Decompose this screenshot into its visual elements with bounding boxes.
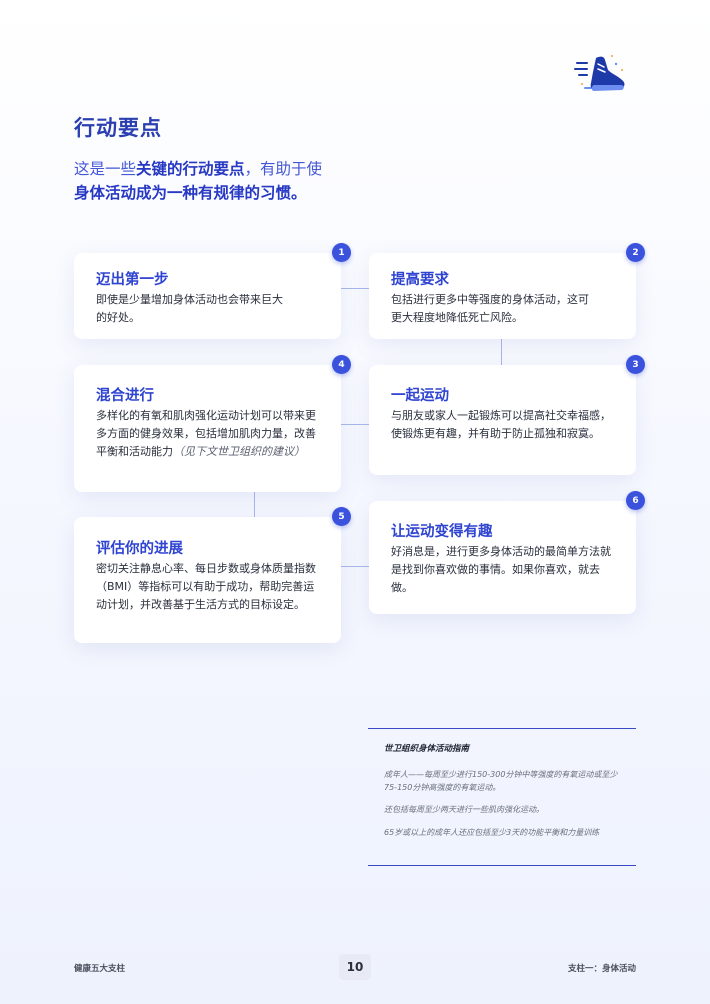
intro-text: 这是一些关键的行动要点，有助于使 身体活动成为一种有规律的习惯。 (74, 160, 323, 202)
card-text: 与朋友或家人一起锻炼可以提高社交幸福感，使锻炼更有趣，并有助于防止孤独和寂寞。 (391, 409, 611, 440)
connector-line (341, 288, 369, 289)
connector-line (254, 492, 255, 517)
action-card-5: 评估你的进展 密切关注静息心率、每日步数或身体质量指数（BMI）等指标可以有助于… (74, 517, 341, 643)
card-title: 混合进行 (96, 388, 154, 404)
card-text: 多样化的有氧和肌肉强化运动计划可以带来更多方面的健身效果，包括增加肌肉力量，改善… (96, 409, 316, 458)
card-text: 包括进行更多中等强度的身体活动，这可更大程度地降低死亡风险。 (391, 293, 589, 324)
running-shoe-icon (574, 55, 625, 91)
step-badge-3: 3 (626, 355, 645, 374)
guide-top-rule (368, 728, 636, 729)
guide-item-2: 还包括每周至少两天进行一些肌肉强化运动。 (384, 805, 544, 814)
card-title: 一起运动 (391, 388, 449, 404)
footer-left: 健康五大支柱 (74, 964, 126, 974)
step-badge-1: 1 (332, 243, 351, 262)
who-guidelines: 世卫组织身体活动指南 成年人——每周至少进行150-300分钟中等强度的有氧运动… (368, 728, 636, 866)
connector-line (501, 339, 502, 365)
connector-line (341, 566, 369, 567)
guide-item-3: 65岁或以上的成年人还应包括至少3天的功能平衡和力量训练 (384, 828, 600, 837)
footer-right: 支柱一：身体活动 (567, 964, 636, 974)
guide-item-1: 成年人——每周至少进行150-300分钟中等强度的有氧运动或至少75-150分钟… (384, 770, 618, 792)
action-card-1: 迈出第一步 即使是少量增加身体活动也会带来巨大的好处。 (74, 253, 341, 339)
page-title: 行动要点 (74, 116, 162, 140)
intro-highlight-1: 关键的行动要点 (136, 160, 245, 178)
intro-highlight-2: 身体活动成为一种有规律的习惯。 (74, 184, 307, 202)
action-card-6: 让运动变得有趣 好消息是，进行更多身体活动的最简单方法就是找到你喜欢做的事情。如… (369, 501, 636, 614)
guide-bottom-rule (368, 865, 636, 866)
step-badge-2: 2 (626, 243, 645, 262)
card-title: 提高要求 (391, 272, 449, 288)
action-card-3: 一起运动 与朋友或家人一起锻炼可以提高社交幸福感，使锻炼更有趣，并有助于防止孤独… (369, 365, 636, 475)
step-badge-5: 5 (332, 507, 351, 526)
page-number: 10 (339, 954, 371, 980)
card-title: 迈出第一步 (96, 272, 169, 288)
step-badge-4: 4 (332, 355, 351, 374)
card-title: 评估你的进展 (96, 541, 183, 557)
card-title: 让运动变得有趣 (391, 524, 493, 540)
card-text: 好消息是，进行更多身体活动的最简单方法就是找到你喜欢做的事情。如果你喜欢，就去做… (391, 545, 611, 594)
card-note: （见下文世卫组织的建议） (173, 445, 305, 458)
connector-line (341, 424, 369, 425)
card-text: 即使是少量增加身体活动也会带来巨大的好处。 (96, 293, 283, 324)
step-badge-6: 6 (626, 491, 645, 510)
action-card-4: 混合进行 多样化的有氧和肌肉强化运动计划可以带来更多方面的健身效果，包括增加肌肉… (74, 365, 341, 492)
guide-title: 世卫组织身体活动指南 (384, 744, 470, 754)
card-text: 密切关注静息心率、每日步数或身体质量指数（BMI）等指标可以有助于成功，帮助完善… (96, 562, 316, 611)
action-card-2: 提高要求 包括进行更多中等强度的身体活动，这可更大程度地降低死亡风险。 (369, 253, 636, 339)
